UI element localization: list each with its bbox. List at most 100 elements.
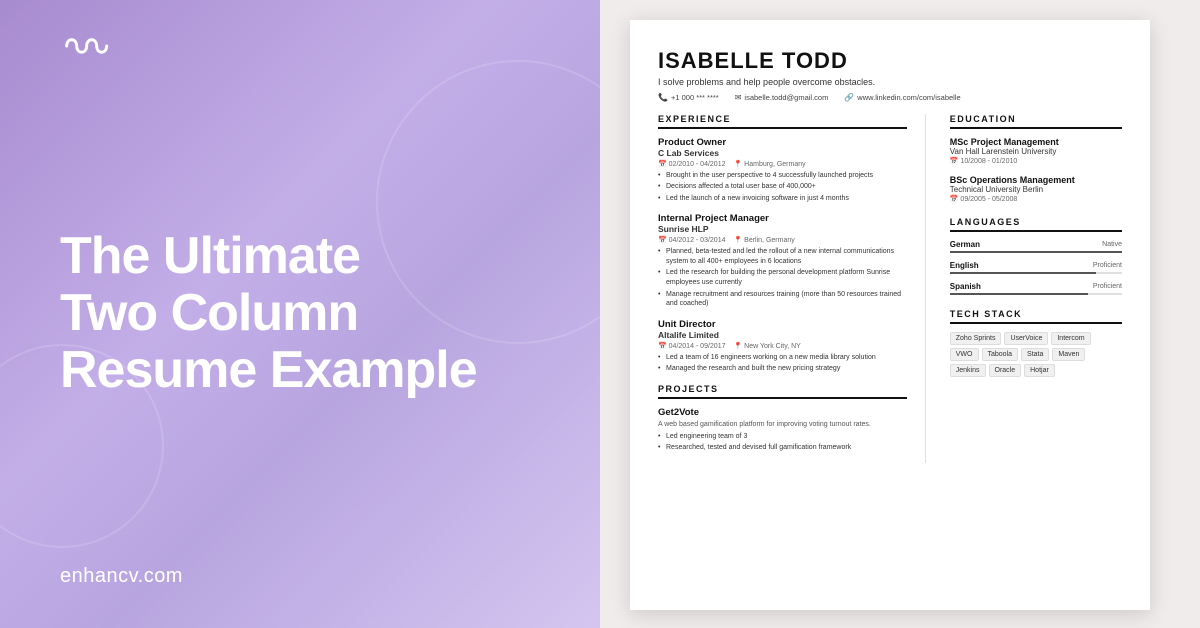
edu-entry-2: BSc Operations Management Technical Univ… [950, 175, 1122, 203]
lang-row-english: English Proficient [950, 261, 1122, 270]
bullet: Led a team of 16 engineers working on a … [658, 353, 907, 363]
lang-level-english: Proficient [1093, 262, 1122, 269]
lang-bar-fill-spanish [950, 293, 1088, 295]
edu-degree-1: MSc Project Management [950, 137, 1122, 147]
bullet: Brought in the user perspective to 4 suc… [658, 171, 907, 181]
lang-row-spanish: Spanish Proficient [950, 282, 1122, 291]
bullet: Manage recruitment and resources trainin… [658, 290, 907, 310]
edu-school-1: Van Hall Larenstein University [950, 147, 1122, 156]
job-meta-1: 📅 02/2010 - 04/2012 📍 Hamburg, Germany [658, 160, 907, 168]
project-bullets-1: Led engineering team of 3 Researched, te… [658, 432, 907, 453]
job-location-3: 📍 New York City, NY [734, 342, 801, 350]
edu-date-2: 📅 09/2005 - 05/2008 [950, 195, 1122, 203]
contact-linkedin: 🔗 www.linkedin.com/com/isabelle [844, 93, 960, 102]
email-icon: ✉ [735, 93, 742, 102]
bullet: Planned, beta-tested and led the rollout… [658, 247, 907, 267]
tech-badge-taboola: Taboola [982, 348, 1019, 361]
tech-stack-section: TECH STACK Zoho Sprints UserVoice Interc… [950, 309, 1122, 377]
resume-name: ISABELLE TODD [658, 48, 1122, 74]
lang-bar-bg-english [950, 272, 1122, 274]
headline-line3: Resume Example [60, 342, 477, 399]
headline-text: The Ultimate Two Column Resume Example [60, 228, 477, 400]
edu-degree-2: BSc Operations Management [950, 175, 1122, 185]
lang-level-german: Native [1102, 241, 1122, 248]
job-date-3: 📅 04/2014 - 09/2017 [658, 342, 726, 350]
lang-bar-fill-english [950, 272, 1096, 274]
bullet: Decisions affected a total user base of … [658, 182, 907, 192]
resume-right-column: EDUCATION MSc Project Management Van Hal… [946, 114, 1122, 463]
lang-entry-spanish: Spanish Proficient [950, 282, 1122, 295]
tech-badge-jenkins: Jenkins [950, 364, 986, 377]
tech-badge-maven: Maven [1052, 348, 1085, 361]
left-panel: The Ultimate Two Column Resume Example e… [0, 0, 600, 628]
lang-name-german: German [950, 240, 980, 249]
lang-bar-fill-german [950, 251, 1122, 253]
job-entry-1: Product Owner C Lab Services 📅 02/2010 -… [658, 137, 907, 203]
languages-section: LANGUAGES German Native English [950, 217, 1122, 295]
tech-badge-uservoice: UserVoice [1004, 332, 1048, 345]
job-company-3: Altalife Limited [658, 330, 907, 340]
job-location-1: 📍 Hamburg, Germany [734, 160, 806, 168]
logo-area [60, 30, 560, 62]
phone-icon: 📞 [658, 93, 668, 102]
tech-badge-vwo: VWO [950, 348, 979, 361]
experience-section-title: EXPERIENCE [658, 114, 907, 129]
enhancv-logo-icon [60, 30, 110, 62]
tech-badge-hotjar: Hotjar [1024, 364, 1055, 377]
bullet: Led the research for building the person… [658, 268, 907, 288]
job-company-2: Sunrise HLP [658, 224, 907, 234]
headline-area: The Ultimate Two Column Resume Example [60, 62, 560, 565]
tech-badge-zoho: Zoho Sprints [950, 332, 1002, 345]
project-entry-1: Get2Vote A web based gamification platfo… [658, 407, 907, 453]
headline-line1: The Ultimate [60, 228, 477, 285]
education-section-title: EDUCATION [950, 114, 1122, 129]
edu-entry-1: MSc Project Management Van Hall Larenste… [950, 137, 1122, 165]
languages-section-title: LANGUAGES [950, 217, 1122, 232]
bullet: Led engineering team of 3 [658, 432, 907, 442]
tech-section-title: TECH STACK [950, 309, 1122, 324]
resume-left-column: EXPERIENCE Product Owner C Lab Services … [658, 114, 926, 463]
lang-bar-bg-spanish [950, 293, 1122, 295]
projects-section: PROJECTS Get2Vote A web based gamificati… [658, 384, 907, 453]
bullet: Researched, tested and devised full gami… [658, 443, 907, 453]
headline-line2: Two Column [60, 285, 477, 342]
job-location-2: 📍 Berlin, Germany [734, 236, 795, 244]
tech-badge-stata: Stata [1021, 348, 1049, 361]
lang-entry-german: German Native [950, 240, 1122, 253]
education-section: EDUCATION MSc Project Management Van Hal… [950, 114, 1122, 203]
lang-entry-english: English Proficient [950, 261, 1122, 274]
lang-level-spanish: Proficient [1093, 283, 1122, 290]
job-bullets-1: Brought in the user perspective to 4 suc… [658, 171, 907, 203]
job-date-2: 📅 04/2012 - 03/2014 [658, 236, 726, 244]
tech-badge-intercom: Intercom [1051, 332, 1090, 345]
job-company-1: C Lab Services [658, 148, 907, 158]
resume-card: ISABELLE TODD I solve problems and help … [630, 20, 1150, 610]
job-bullets-2: Planned, beta-tested and led the rollout… [658, 247, 907, 309]
job-title-1: Product Owner [658, 137, 907, 148]
job-entry-2: Internal Project Manager Sunrise HLP 📅 0… [658, 213, 907, 309]
lang-row-german: German Native [950, 240, 1122, 249]
tech-stack-grid: Zoho Sprints UserVoice Intercom VWO Tabo… [950, 332, 1122, 377]
right-panel: ISABELLE TODD I solve problems and help … [600, 0, 1200, 628]
tech-badge-oracle: Oracle [989, 364, 1022, 377]
linkedin-icon: 🔗 [844, 93, 854, 102]
resume-tagline: I solve problems and help people overcom… [658, 77, 1122, 87]
project-desc-1: A web based gamification platform for im… [658, 420, 907, 430]
resume-header: ISABELLE TODD I solve problems and help … [658, 48, 1122, 102]
job-meta-2: 📅 04/2012 - 03/2014 📍 Berlin, Germany [658, 236, 907, 244]
job-title-2: Internal Project Manager [658, 213, 907, 224]
bullet: Led the launch of a new invoicing softwa… [658, 194, 907, 204]
job-meta-3: 📅 04/2014 - 09/2017 📍 New York City, NY [658, 342, 907, 350]
job-bullets-3: Led a team of 16 engineers working on a … [658, 353, 907, 374]
bullet: Managed the research and built the new p… [658, 364, 907, 374]
job-date-1: 📅 02/2010 - 04/2012 [658, 160, 726, 168]
lang-name-spanish: Spanish [950, 282, 981, 291]
lang-bar-bg-german [950, 251, 1122, 253]
project-title-1: Get2Vote [658, 407, 907, 418]
contact-phone: 📞 +1 000 *** **** [658, 93, 719, 102]
edu-school-2: Technical University Berlin [950, 185, 1122, 194]
lang-name-english: English [950, 261, 979, 270]
resume-contact: 📞 +1 000 *** **** ✉ isabelle.todd@gmail.… [658, 93, 1122, 102]
website-text: enhancv.com [60, 565, 560, 598]
contact-email: ✉ isabelle.todd@gmail.com [735, 93, 829, 102]
